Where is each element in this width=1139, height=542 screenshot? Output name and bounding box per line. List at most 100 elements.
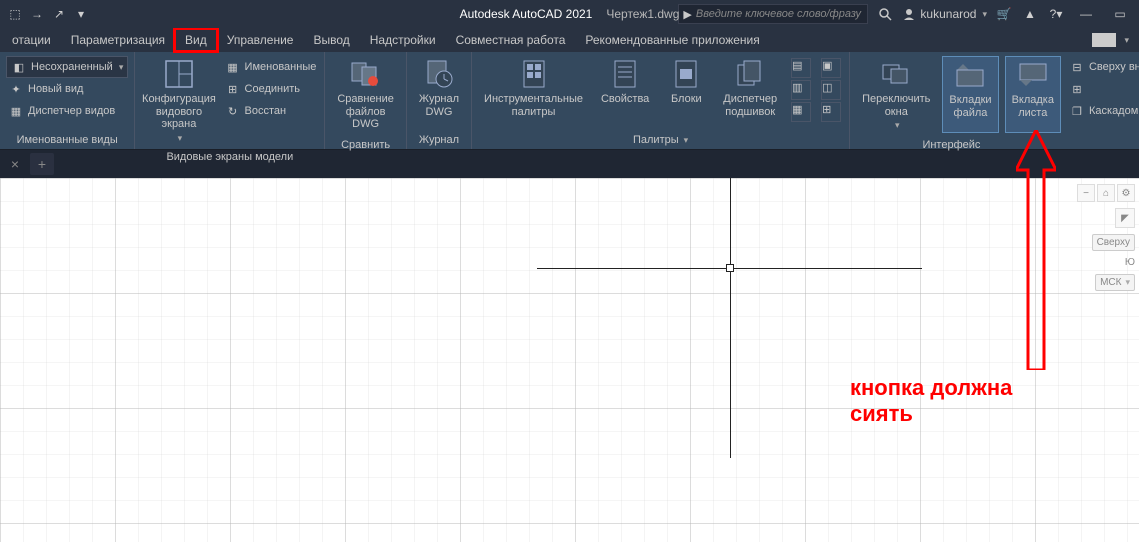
compare-dwg-button[interactable]: Сравнение файлов DWG [331, 56, 400, 133]
palette-small-3-icon[interactable]: ▦ [791, 102, 811, 122]
file-tabs-label: Вкладки файла [949, 94, 991, 119]
user-name: kukunarod [920, 7, 976, 21]
menu-annotations[interactable]: отации [2, 29, 61, 51]
tile-horiz-label: Сверху вн [1089, 61, 1139, 73]
panel-label: Именованные виды [0, 131, 134, 149]
switch-windows-icon [880, 58, 912, 90]
panel-toggle-icon[interactable] [1092, 33, 1116, 47]
qat-share-icon[interactable]: ↗ [50, 5, 68, 23]
new-drawing-button[interactable]: + [30, 153, 54, 175]
view-icon: ◧ [11, 59, 27, 75]
panel-label: Сравнить [325, 137, 406, 153]
panel-label: Интерфейс [850, 137, 1139, 153]
menu-collab[interactable]: Совместная работа [446, 29, 576, 51]
viewcube-top[interactable]: Сверху [1092, 234, 1135, 251]
chevron-down-icon: ▾ [895, 120, 900, 130]
qat-arrow-icon[interactable]: → [28, 5, 46, 23]
cascade-label: Каскадом [1089, 105, 1138, 117]
chevron-down-icon: ▾ [178, 133, 183, 143]
nav-gear-icon[interactable]: ⚙ [1117, 184, 1135, 202]
tile-horiz-button[interactable]: ⊟ Сверху вн [1067, 56, 1139, 78]
search-placeholder: Введите ключевое слово/фразу [696, 8, 861, 20]
menu-manage[interactable]: Управление [217, 29, 304, 51]
layout-tabs-button[interactable]: Вкладка листа [1005, 56, 1061, 133]
palette-small-2-icon[interactable]: ▥ [791, 80, 811, 100]
title-center: Autodesk AutoCAD 2021 Чертеж1.dwg [460, 7, 680, 21]
chevron-down-icon[interactable]: ▾ [1124, 35, 1129, 46]
app-name: Autodesk AutoCAD 2021 [460, 7, 593, 21]
sheet-set-label: Диспетчер подшивок [723, 93, 777, 118]
join-icon: ⊞ [225, 81, 241, 97]
chevron-down-icon: ▾ [1125, 277, 1130, 288]
panel-palettes: Инструментальные палитры Свойства Блоки … [472, 52, 850, 149]
close-drawing-button[interactable]: × [0, 150, 30, 178]
menu-right: ▾ [1092, 33, 1139, 47]
switch-windows-button[interactable]: Переключить окна ▾ [856, 56, 936, 133]
menu-output[interactable]: Вывод [303, 29, 359, 51]
named-icon: ▦ [225, 59, 241, 75]
tile-vert-button[interactable]: ⊞ [1067, 78, 1139, 100]
named-button[interactable]: ▦Именованные [223, 56, 319, 78]
view-manager-button[interactable]: ▦Диспетчер видов [6, 100, 128, 122]
file-tabs-button[interactable]: Вкладки файла [942, 56, 998, 133]
qat-dropdown-icon[interactable]: ▾ [72, 5, 90, 23]
layout-tabs-label: Вкладка листа [1012, 94, 1054, 119]
grid [0, 178, 1139, 542]
user-menu[interactable]: kukunarod ▾ [902, 7, 987, 21]
panel-label[interactable]: Палитры▾ [472, 131, 849, 149]
new-view-label: Новый вид [28, 83, 83, 95]
drawing-canvas[interactable] [0, 178, 1139, 542]
panel-interface: Переключить окна ▾ Вкладки файла Вкладка… [850, 52, 1139, 149]
compare-label: Сравнение файлов DWG [337, 93, 394, 131]
properties-label: Свойства [601, 93, 649, 106]
qat-home-icon[interactable]: ⬚ [6, 5, 24, 23]
wcs-dropdown[interactable]: МСК ▾ [1095, 274, 1135, 291]
file-name: Чертеж1.dwg [606, 7, 679, 21]
sheet-set-icon [734, 58, 766, 90]
maximize-button[interactable]: ▭ [1107, 4, 1133, 24]
sheet-set-button[interactable]: Диспетчер подшивок [717, 56, 783, 127]
history-button[interactable]: Журнал DWG [413, 56, 465, 127]
viewcube-corner-icon[interactable]: ◤ [1115, 208, 1135, 228]
palette-small-4-icon[interactable]: ▣ [821, 58, 841, 78]
nav-home-icon[interactable]: ⌂ [1097, 184, 1115, 202]
cart-icon[interactable]: 🛒 [995, 5, 1013, 23]
menu-parametrization[interactable]: Параметризация [61, 29, 175, 51]
unsaved-label: Несохраненный [31, 61, 113, 73]
search-icon[interactable] [876, 5, 894, 23]
autodesk-icon[interactable]: ▲ [1021, 5, 1039, 23]
wcs-label: МСК [1100, 277, 1121, 288]
blocks-label: Блоки [671, 93, 702, 106]
join-label: Соединить [245, 83, 301, 95]
tool-palettes-button[interactable]: Инструментальные палитры [478, 56, 589, 127]
menu-view[interactable]: Вид [175, 29, 217, 51]
panel-history: Журнал DWG Журнал [407, 52, 472, 149]
help-icon[interactable]: ?▾ [1047, 5, 1065, 23]
restore-button[interactable]: ↻Восстан [223, 100, 319, 122]
config-label: Конфигурация видового экрана [142, 93, 216, 131]
search-input[interactable]: ▶ Введите ключевое слово/фразу [678, 4, 868, 24]
palette-small-5-icon[interactable]: ◫ [821, 80, 841, 100]
new-view-button[interactable]: ✦Новый вид [6, 78, 128, 100]
panel-label: Видовые экраны модели [135, 149, 324, 165]
menu-featured[interactable]: Рекомендованные приложения [575, 29, 769, 51]
menu-addins[interactable]: Надстройки [360, 29, 446, 51]
unsaved-view-dropdown[interactable]: ◧Несохраненный ▾ [6, 56, 128, 78]
history-icon [423, 58, 455, 90]
minimize-button[interactable]: — [1073, 4, 1099, 24]
nav-minus-icon[interactable]: − [1077, 184, 1095, 202]
layout-tabs-icon [1017, 59, 1049, 91]
ribbon: ◧ Несохраненный ▾ ✦Новый вид ▦Диспетчер в… [0, 52, 1139, 150]
cascade-button[interactable]: ❐ Каскадом [1067, 100, 1139, 122]
palette-small-1-icon[interactable]: ▤ [791, 58, 811, 78]
switch-label: Переключить окна [862, 93, 930, 118]
cascade-icon: ❐ [1069, 103, 1085, 119]
restore-icon: ↻ [225, 103, 241, 119]
join-button[interactable]: ⊞ Соединить [223, 78, 319, 100]
tile-horiz-icon: ⊟ [1069, 59, 1085, 75]
properties-button[interactable]: Свойства [595, 56, 655, 127]
view-mgr-icon: ▦ [8, 103, 24, 119]
viewport-config-button[interactable]: Конфигурация видового экрана ▾ [141, 56, 216, 145]
blocks-button[interactable]: Блоки [661, 56, 711, 127]
palette-small-6-icon[interactable]: ⊞ [821, 102, 841, 122]
